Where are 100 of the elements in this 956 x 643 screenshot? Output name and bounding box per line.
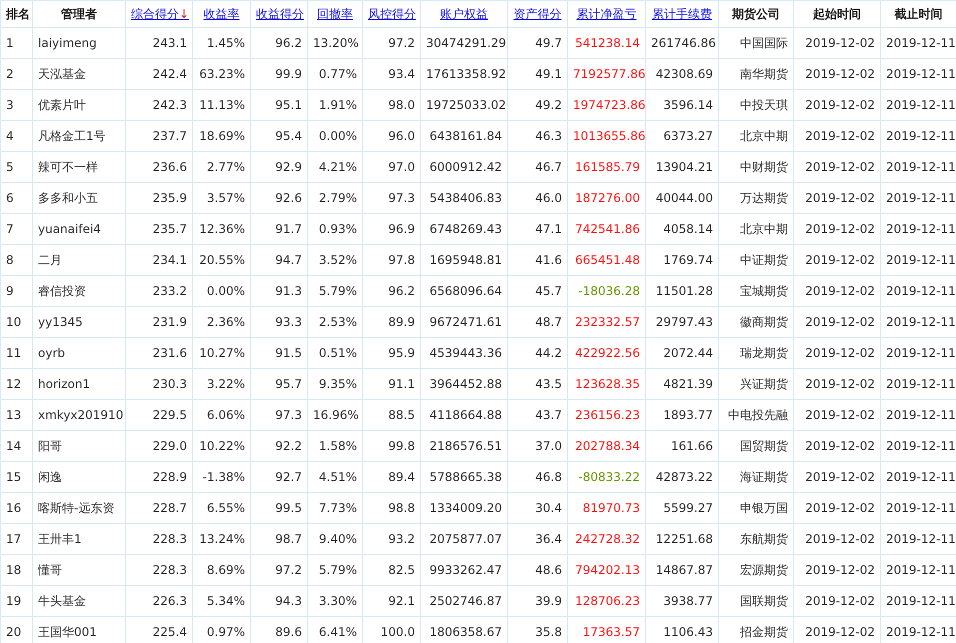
table-cell: 6.41% — [318, 625, 357, 639]
table-cell: 40044.00 — [656, 191, 713, 205]
table-cell: 6568096.64 — [429, 284, 502, 298]
table-cell: 229.0 — [152, 439, 187, 453]
table-cell: 王卅丰1 — [38, 532, 82, 546]
table-cell: 11 — [6, 346, 22, 360]
table-cell: 2019-12-02 — [805, 222, 875, 236]
table-cell: 0.51% — [318, 346, 357, 360]
table-cell: 43.5 — [535, 377, 562, 391]
table-cell: 93.3 — [275, 315, 302, 329]
table-cell: 97.3 — [275, 408, 302, 422]
table-cell: 2019-12-02 — [805, 408, 875, 422]
table-cell: 42308.69 — [656, 67, 713, 81]
table-cell: 96.2 — [388, 284, 415, 298]
table-cell: 国贸期货 — [740, 438, 788, 452]
table-cell: 10.27% — [199, 346, 245, 360]
table-cell: 63.23% — [199, 67, 245, 81]
table-cell: 161585.79 — [575, 160, 640, 174]
table-cell: 91.5 — [275, 346, 302, 360]
table-cell: 96.2 — [275, 36, 302, 50]
table-cell: 92.1 — [388, 594, 415, 608]
table-cell: 14 — [6, 439, 22, 453]
table-cell: 2019-12-11 — [886, 160, 956, 174]
table-cell: 2019-12-11 — [886, 284, 956, 298]
table-cell: oyrb — [38, 346, 65, 360]
table-cell: 99.5 — [275, 501, 302, 515]
table-cell: 95.1 — [275, 98, 302, 112]
table-cell: 14867.87 — [656, 563, 713, 577]
table-cell: 91.7 — [275, 222, 302, 236]
table-cell: 98.7 — [275, 532, 302, 546]
table-cell: 228.7 — [152, 501, 187, 515]
table-cell: 申银万国 — [740, 500, 788, 514]
table-cell: 瑞龙期货 — [740, 346, 788, 360]
table-cell: 2186576.51 — [429, 439, 502, 453]
table-cell: 牛头基金 — [38, 594, 86, 608]
table-cell: 9 — [6, 284, 14, 298]
table-cell: 17613358.92 — [426, 67, 506, 81]
table-cell: 多多和小五 — [38, 190, 98, 204]
table-cell: 2019-12-02 — [805, 470, 875, 484]
table-cell: 1.45% — [206, 36, 245, 50]
table-cell: 2072.44 — [663, 346, 713, 360]
table-cell: 48.6 — [535, 563, 562, 577]
table-cell: 优素片叶 — [38, 98, 86, 112]
table-cell: 236.6 — [152, 160, 187, 174]
table-cell: 37.0 — [535, 439, 562, 453]
table-cell: 20.55% — [199, 253, 245, 267]
table-cell: 242.4 — [152, 67, 187, 81]
table-cell: 48.7 — [535, 315, 562, 329]
table-cell: 97.0 — [388, 160, 415, 174]
table-cell: 1013655.86 — [573, 129, 644, 143]
table-cell: 2.36% — [206, 315, 245, 329]
table-cell: 1974723.86 — [573, 98, 644, 112]
table-cell: xmkyx201910 — [38, 408, 124, 422]
table-cell: 2019-12-11 — [886, 594, 956, 608]
table-cell: 2019-12-02 — [805, 253, 875, 267]
table-cell: 18.69% — [199, 129, 245, 143]
table-cell: 5.79% — [318, 284, 357, 298]
table-cell: 3938.77 — [663, 594, 713, 608]
table-cell: 228.3 — [152, 563, 187, 577]
table-cell: 王国华001 — [38, 624, 97, 638]
table-cell: 46.0 — [535, 191, 562, 205]
table-cell: 2019-12-11 — [886, 36, 956, 50]
table-cell: 16 — [6, 501, 22, 515]
table-cell: 懂哥 — [38, 562, 62, 576]
table-cell: 2019-12-11 — [886, 191, 956, 205]
table-cell: 2019-12-11 — [886, 439, 956, 453]
table-cell: 6373.27 — [663, 129, 713, 143]
table-cell: 11501.28 — [656, 284, 713, 298]
table-cell: 88.5 — [388, 408, 415, 422]
table-cell: 243.1 — [152, 36, 187, 50]
table-cell: 128706.23 — [575, 594, 640, 608]
table-cell: 123628.35 — [575, 377, 640, 391]
table-cell: 92.9 — [275, 160, 302, 174]
table-cell: 233.2 — [152, 284, 187, 298]
table-cell: 中证期货 — [740, 252, 788, 266]
table-cell: 徽商期货 — [740, 314, 788, 328]
table-cell: 2019-12-11 — [886, 625, 956, 639]
table-cell: 3596.14 — [663, 98, 713, 112]
table-cell: 北京中期 — [740, 222, 788, 236]
table-cell: 92.7 — [275, 470, 302, 484]
table-cell: 422922.56 — [575, 346, 640, 360]
table-cell: 9.35% — [318, 377, 357, 391]
table-cell: 5788665.38 — [429, 470, 502, 484]
table-cell: 46.7 — [535, 160, 562, 174]
table-cell: 97.8 — [388, 253, 415, 267]
table-cell: 2.79% — [318, 191, 357, 205]
table-cell: 中国国际 — [740, 36, 788, 50]
table-cell: yy1345 — [38, 315, 83, 329]
table-cell: 2019-12-11 — [886, 129, 956, 143]
column-header: 期货公司 — [732, 6, 780, 20]
table-cell: 161.66 — [671, 439, 713, 453]
table-cell: 30.4 — [535, 501, 562, 515]
table-cell: 6.55% — [206, 501, 245, 515]
table-cell: 1.91% — [318, 98, 357, 112]
column-header: 排名 — [6, 6, 30, 20]
table-cell: 39.9 — [535, 594, 562, 608]
table-cell: 2502746.87 — [429, 594, 502, 608]
table-cell: 5 — [6, 160, 14, 174]
table-cell: 2019-12-11 — [886, 253, 956, 267]
table-cell: 44.2 — [535, 346, 562, 360]
